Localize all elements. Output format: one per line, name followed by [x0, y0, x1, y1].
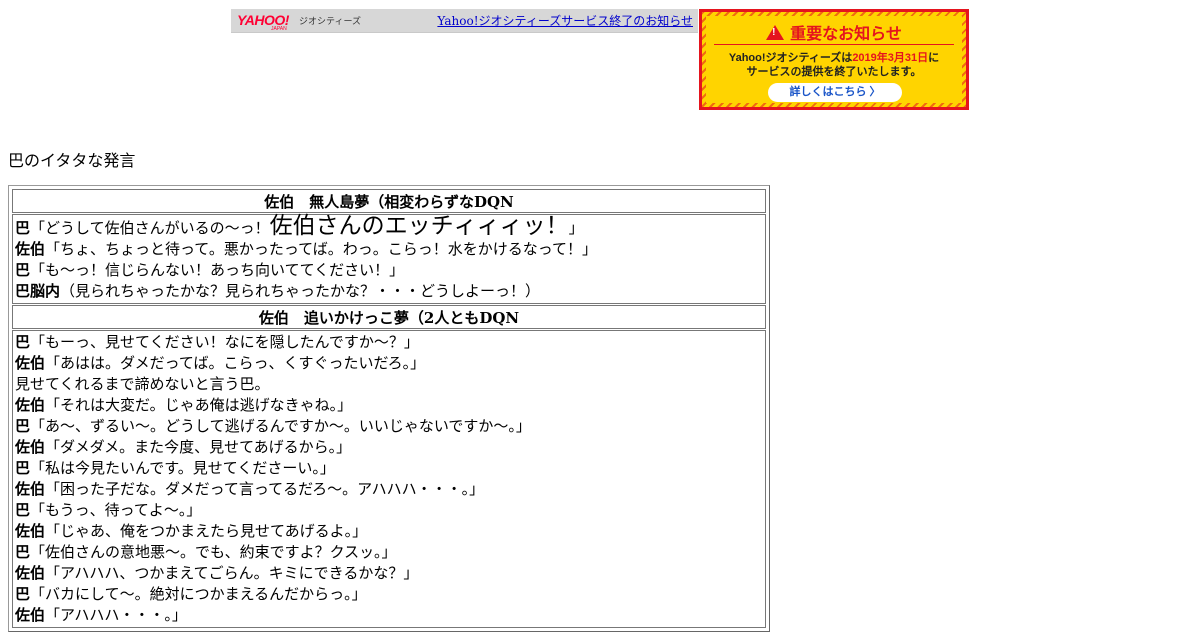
warning-icon — [766, 25, 785, 40]
dialogue-line: 佐伯「アハハハ・・・。」 — [15, 605, 763, 626]
dialogue-text: 「ダメダメ。また今度、見せてあげるから。」 — [45, 438, 352, 456]
geocities-name: ジオシティーズ — [299, 16, 362, 26]
speaker-name: 佐伯 — [15, 480, 46, 498]
dialogue-text: 「じゃあ、俺をつかまえたら見せてあげるよ。」 — [45, 522, 368, 540]
dialogue-text: 「私は今見たいんです。見せてくださーい。」 — [30, 459, 335, 477]
dialogue-text: 「あはは。ダメだってば。こらっ、くすぐったいだろ。」 — [45, 354, 426, 372]
dialogue-line: 巴「佐伯さんの意地悪～。でも、約束ですよ？クスッ。」 — [15, 542, 763, 563]
service-end-link[interactable]: Yahoo!ジオシティーズサービス終了のお知らせ — [437, 12, 693, 29]
dialogue-text: 「それは大変だ。じゃあ俺は逃げなきゃね。」 — [45, 396, 353, 414]
speaker-name: 佐伯 — [15, 522, 46, 540]
section-body: 巴「どうして佐伯さんがいるの～っ！佐伯さんのエッチィィィッ！」 佐伯「ちょ、ちょっ… — [12, 214, 766, 304]
speaker-name: 巴 — [15, 543, 31, 561]
speaker-name: 巴 — [15, 417, 31, 435]
dialogue-line: 佐伯「ちょ、ちょっと待って。悪かったってば。わっ。こらっ！水をかけるなって！」 — [15, 239, 763, 260]
dialogue-text: 「ちょ、ちょっと待って。悪かったってば。わっ。こらっ！水をかけるなって！」 — [45, 240, 598, 258]
dialogue-text: 「あ～、ずるい～。どうして逃げるんですか～。いいじゃないですか～。」 — [30, 417, 531, 435]
speaker-name: 佐伯 — [15, 240, 46, 258]
notice-details-button[interactable]: 詳しくはこちら 〉 — [768, 83, 902, 102]
important-notice-banner[interactable]: 重要なお知らせ Yahoo!ジオシティーズは2019年3月31日に サービスの提… — [699, 9, 969, 110]
dialogue-text: 見せてくれるまで諦めないと言う巴。 — [15, 375, 270, 393]
speaker-name: 巴 — [15, 219, 31, 237]
dialogue-line: 佐伯「アハハハ、つかまえてごらん。キミにできるかな？」 — [15, 563, 763, 584]
speaker-name: 巴 — [15, 459, 31, 477]
speaker-name: 巴 — [15, 501, 31, 519]
dialogue-text: 「アハハハ・・・。」 — [45, 606, 187, 624]
dialogue-line: 佐伯「困った子だな。ダメだって言ってるだろ～。アハハハ・・・。」 — [15, 479, 763, 500]
notice-title: 重要なお知らせ — [702, 20, 966, 44]
dialogue-text: 「困った子だな。ダメだって言ってるだろ～。アハハハ・・・。」 — [45, 480, 485, 498]
speaker-name: 佐伯 — [15, 354, 46, 372]
dialogue-line: 巴「バカにして～。絶対につかまえるんだからっ。」 — [15, 584, 763, 605]
speaker-name: 佐伯 — [15, 396, 46, 414]
dialogue-line: 佐伯「じゃあ、俺をつかまえたら見せてあげるよ。」 — [15, 521, 763, 542]
dialogue-line: 巴「もーっ、見せてください！なにを隠したんですか～？」 — [15, 332, 763, 353]
section-body: 巴「もーっ、見せてください！なにを隠したんですか～？」 佐伯「あはは。ダメだってば… — [12, 330, 766, 628]
page-title: 巴のイタタな発言 — [8, 151, 136, 170]
dialogue-text: 「アハハハ、つかまえてごらん。キミにできるかな？」 — [45, 564, 419, 582]
dialogue-line: 巴「も～っ！信じらんない！あっち向いててください！」 — [15, 260, 763, 281]
dialogue-line: 巴「あ～、ずるい～。どうして逃げるんですか～。いいじゃないですか～。」 — [15, 416, 763, 437]
speaker-name: 佐伯 — [15, 438, 46, 456]
yahoo-geocities-bar: YAHOO! JAPAN ジオシティーズ Yahoo!ジオシティーズサービス終了… — [231, 9, 698, 33]
speaker-name: 巴 — [15, 333, 31, 351]
dialogue-line: 見せてくれるまで諦めないと言う巴。 — [15, 374, 763, 395]
dialogue-text: 「佐伯さんの意地悪～。でも、約束ですよ？クスッ。」 — [30, 543, 397, 561]
dialogue-emphasis: 佐伯さんのエッチィィィッ！ — [269, 213, 569, 239]
speaker-name: 巴脳内 — [15, 282, 61, 300]
speaker-name: 巴 — [15, 585, 31, 603]
speaker-name: 佐伯 — [15, 564, 46, 582]
dialogue-text: 「もうっ、待ってよ～。」 — [30, 501, 202, 519]
dialogue-text: 「どうして佐伯さんがいるの～っ！ — [30, 219, 270, 237]
dialogue-text: 「も～っ！信じらんない！あっち向いててください！」 — [30, 261, 405, 279]
dialogue-text: （見られちゃったかな？見られちゃったかな？・・・どうしよーっ！） — [60, 282, 541, 300]
dialogue-line: 巴脳内（見られちゃったかな？見られちゃったかな？・・・どうしよーっ！） — [15, 281, 763, 302]
speaker-name: 巴 — [15, 261, 31, 279]
dialogue-line: 巴「もうっ、待ってよ～。」 — [15, 500, 763, 521]
dialogue-line: 佐伯「ダメダメ。また今度、見せてあげるから。」 — [15, 437, 763, 458]
dialogue-text: 「バカにして～。絶対につかまえるんだからっ。」 — [30, 585, 367, 603]
dialogue-line: 巴「どうして佐伯さんがいるの～っ！佐伯さんのエッチィィィッ！」 — [15, 213, 763, 239]
dialogue-table: 佐伯 無人島夢（相変わらずなDQN 巴「どうして佐伯さんがいるの～っ！佐伯さんのエ… — [8, 185, 770, 632]
dialogue-text: 「もーっ、見せてください！なにを隠したんですか～？」 — [30, 333, 419, 351]
dialogue-text-tail: 」 — [568, 219, 584, 237]
dialogue-line: 佐伯「それは大変だ。じゃあ俺は逃げなきゃね。」 — [15, 395, 763, 416]
yahoo-logo-sub: JAPAN — [271, 26, 287, 32]
notice-body: Yahoo!ジオシティーズは2019年3月31日に サービスの提供を終了いたしま… — [728, 52, 940, 78]
speaker-name: 佐伯 — [15, 606, 46, 624]
dialogue-line: 巴「私は今見たいんです。見せてくださーい。」 — [15, 458, 763, 479]
section-title: 佐伯 無人島夢（相変わらずなDQN — [12, 189, 766, 213]
notice-divider — [714, 44, 954, 45]
section-title: 佐伯 追いかけっこ夢（2人ともDQN — [12, 305, 766, 329]
dialogue-line: 佐伯「あはは。ダメだってば。こらっ、くすぐったいだろ。」 — [15, 353, 763, 374]
